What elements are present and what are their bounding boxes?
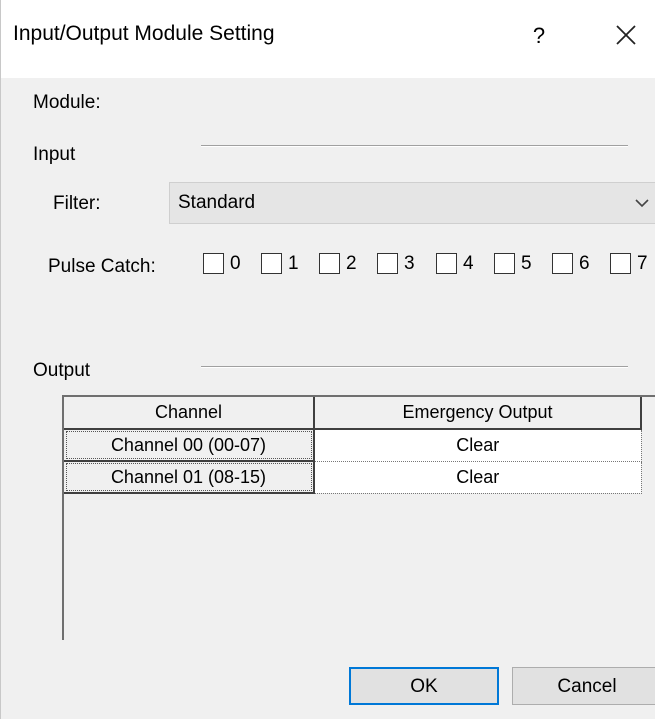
checkbox-label: 5 (521, 253, 532, 274)
checkbox-label: 6 (579, 253, 590, 274)
io-module-setting-dialog: Input/Output Module Setting ? Module: In… (0, 0, 655, 719)
table-header-row: Channel Emergency Output (64, 397, 642, 430)
filter-selected-value: Standard (178, 192, 256, 213)
pulse-catch-label: Pulse Catch: (48, 256, 156, 277)
checkbox-box[interactable] (377, 253, 398, 274)
filter-dropdown[interactable]: Standard (169, 182, 655, 224)
output-table: Channel Emergency Output Channel 00 (00-… (64, 397, 642, 494)
filter-label: Filter: (53, 193, 101, 214)
output-section-label: Output (33, 360, 91, 381)
checkbox-box[interactable] (261, 253, 282, 274)
table-row[interactable]: Channel 00 (00-07) Clear (64, 429, 642, 462)
help-button[interactable]: ? (521, 18, 557, 54)
column-header-emergency-output: Emergency Output (314, 397, 642, 430)
module-label: Module: (33, 92, 101, 113)
checkbox-box[interactable] (203, 253, 224, 274)
checkbox-box[interactable] (319, 253, 340, 274)
checkbox-box[interactable] (610, 253, 631, 274)
checkbox-label: 4 (463, 253, 474, 274)
output-separator (201, 366, 628, 368)
checkbox-box[interactable] (494, 253, 515, 274)
table-row[interactable]: Channel 01 (08-15) Clear (64, 461, 642, 494)
checkbox-label: 1 (288, 253, 299, 274)
channel-cell[interactable]: Channel 01 (08-15) (64, 461, 315, 494)
checkbox-label: 7 (637, 253, 648, 274)
ok-button[interactable]: OK (349, 667, 499, 705)
close-icon (616, 25, 636, 45)
checkbox-label: 2 (346, 253, 357, 274)
checkbox-box[interactable] (552, 253, 573, 274)
input-section-label: Input (33, 144, 76, 165)
checkbox-box[interactable] (436, 253, 457, 274)
emergency-output-cell[interactable]: Clear (314, 429, 642, 462)
output-channel-grid[interactable]: Channel Emergency Output Channel 00 (00-… (62, 395, 655, 640)
window-title: Input/Output Module Setting (13, 22, 275, 45)
title-bar: Input/Output Module Setting ? (1, 0, 655, 78)
channel-cell[interactable]: Channel 00 (00-07) (64, 429, 315, 462)
column-header-channel: Channel (64, 397, 315, 430)
checkbox-label: 0 (230, 253, 241, 274)
cancel-button[interactable]: Cancel (512, 667, 655, 705)
chevron-down-icon (635, 199, 649, 208)
input-separator (201, 145, 628, 147)
close-button[interactable] (609, 18, 645, 54)
checkbox-label: 3 (404, 253, 415, 274)
emergency-output-cell[interactable]: Clear (314, 461, 642, 494)
